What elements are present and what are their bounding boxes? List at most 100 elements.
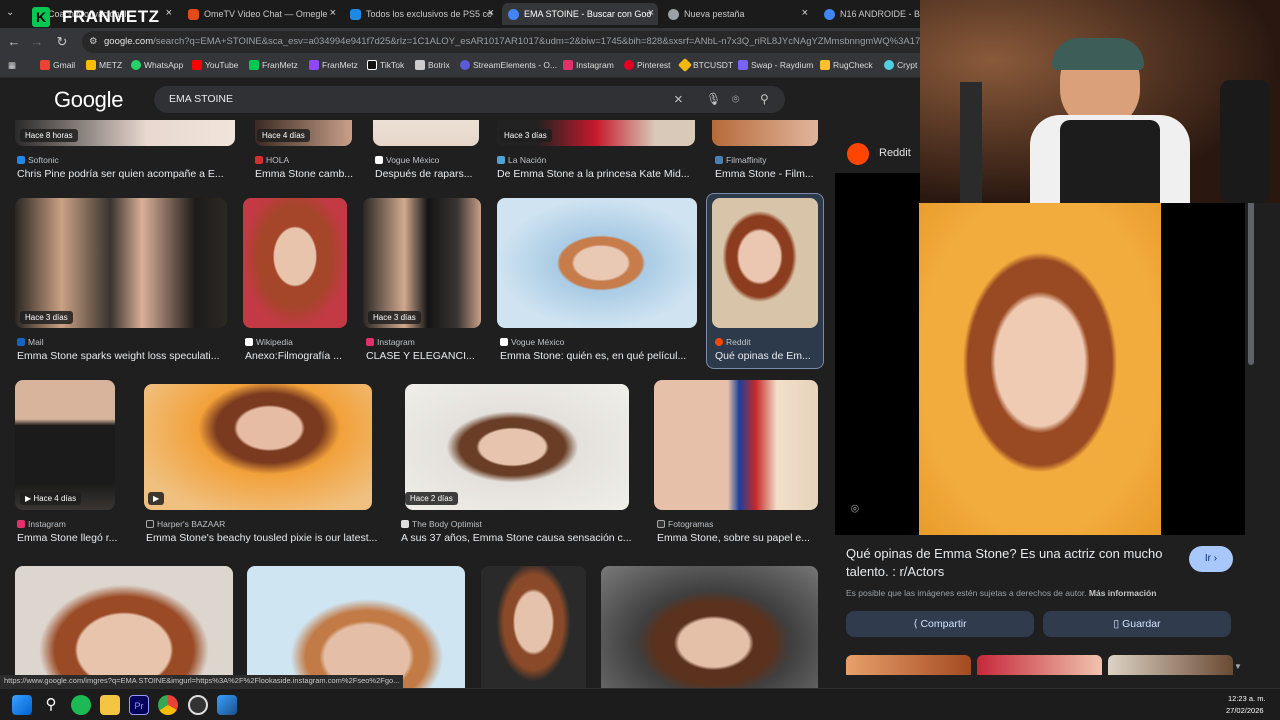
close-icon[interactable]: × xyxy=(166,7,172,19)
image-thumbnail[interactable] xyxy=(15,198,227,328)
apps-grid-icon[interactable]: ▦ xyxy=(8,60,16,71)
tab-search-icon[interactable]: ⌄ xyxy=(6,7,14,18)
result-title[interactable]: Anexo:Filmografía ... xyxy=(245,350,349,362)
bookmark-instagram[interactable]: Instagram xyxy=(563,60,614,70)
tab-5[interactable]: Nueva pestaña × xyxy=(662,3,812,25)
preview-image[interactable] xyxy=(919,203,1161,535)
result-title[interactable]: Emma Stone, sobre su papel e... xyxy=(657,532,815,544)
result-title[interactable]: Emma Stone - Film... xyxy=(715,168,819,180)
image-thumbnail[interactable] xyxy=(243,198,347,328)
result-source[interactable]: The Body Optimist xyxy=(401,519,482,529)
result-title[interactable]: Después de rapars... xyxy=(375,168,480,180)
premiere-icon[interactable]: Pr xyxy=(129,695,149,715)
image-thumbnail[interactable] xyxy=(15,380,115,510)
google-logo[interactable]: Google xyxy=(54,87,123,113)
microphone-icon[interactable]: 🎙 xyxy=(706,86,721,113)
close-icon[interactable]: × xyxy=(648,7,654,19)
related-thumbnail[interactable] xyxy=(977,655,1102,675)
app-icon[interactable] xyxy=(217,695,237,715)
back-icon[interactable]: ← xyxy=(5,33,23,51)
image-thumbnail[interactable] xyxy=(481,566,586,688)
image-thumbnail[interactable] xyxy=(654,380,818,510)
obs-icon[interactable] xyxy=(188,695,208,715)
result-title[interactable]: Emma Stone sparks weight loss speculati.… xyxy=(17,350,227,362)
result-source[interactable]: Fotogramas xyxy=(657,519,713,529)
bookmark-botrix[interactable]: Botrix xyxy=(415,60,450,70)
bookmark-crypt[interactable]: Crypt xyxy=(884,60,917,70)
image-thumbnail[interactable] xyxy=(15,566,233,688)
result-source[interactable]: Instagram xyxy=(366,337,415,347)
bookmark-youtube[interactable]: YouTube xyxy=(192,60,238,70)
result-title[interactable]: Chris Pine podría ser quien acompañe a E… xyxy=(17,168,232,180)
image-thumbnail[interactable] xyxy=(373,120,479,146)
result-source[interactable]: Vogue México xyxy=(500,337,564,347)
windows-start-icon[interactable] xyxy=(12,695,32,715)
result-source[interactable]: Mail xyxy=(17,337,44,347)
result-title[interactable]: Emma Stone llegó r... xyxy=(17,532,121,544)
panel-scrollbar[interactable] xyxy=(1248,200,1254,365)
visit-button[interactable]: Ir › xyxy=(1189,546,1233,572)
reload-icon[interactable]: ↻ xyxy=(53,33,71,51)
result-source[interactable]: Harper's BAZAAR xyxy=(146,519,225,529)
clock-date[interactable]: 27/02/2026 xyxy=(1226,706,1264,715)
image-thumbnail[interactable] xyxy=(363,198,481,328)
result-source[interactable]: Reddit xyxy=(715,337,751,347)
related-thumbnail[interactable] xyxy=(1108,655,1233,675)
clear-icon[interactable]: × xyxy=(674,86,683,113)
spotify-icon[interactable] xyxy=(71,695,91,715)
url-field[interactable]: ⚙ google.com/search?q=EMA+STOINE&sca_esv… xyxy=(82,31,932,53)
result-source[interactable]: La Nación xyxy=(497,155,546,165)
bookmark-streamelements[interactable]: StreamElements - O... xyxy=(460,60,557,70)
site-info-icon[interactable]: ⚙ xyxy=(89,31,98,53)
result-source[interactable]: Filmaffinity xyxy=(715,155,766,165)
lens-icon[interactable]: ⌾ xyxy=(732,86,739,113)
result-title[interactable]: CLASE Y ELEGANCI... xyxy=(366,350,480,362)
bookmark-tiktok[interactable]: TikTok xyxy=(367,60,404,70)
close-icon[interactable]: × xyxy=(330,7,336,19)
image-thumbnail[interactable] xyxy=(497,198,697,328)
image-thumbnail[interactable] xyxy=(712,198,818,328)
bookmark-gmail[interactable]: Gmail xyxy=(40,60,75,70)
more-info-link[interactable]: Más información xyxy=(1089,588,1157,598)
image-thumbnail[interactable] xyxy=(247,566,465,688)
search-icon[interactable]: ⚲ xyxy=(760,86,769,113)
related-thumbnail[interactable] xyxy=(846,655,971,675)
search-icon[interactable]: ⚲ xyxy=(41,695,61,715)
close-icon[interactable]: × xyxy=(802,7,808,19)
scroll-down-icon[interactable]: ▼ xyxy=(1234,662,1242,671)
tab-3[interactable]: Todos los exclusivos de PS5 co × xyxy=(344,3,498,25)
result-title[interactable]: Emma Stone's beachy tousled pixie is our… xyxy=(146,532,381,544)
close-icon[interactable]: × xyxy=(488,7,494,19)
result-title[interactable]: A sus 37 años, Emma Stone causa sensació… xyxy=(401,532,636,544)
tab-2[interactable]: OmeTV Video Chat — Omegle × xyxy=(182,3,340,25)
bookmark-pinterest[interactable]: Pinterest xyxy=(624,60,671,70)
result-source[interactable]: HOLA xyxy=(255,155,289,165)
result-source[interactable]: Instagram xyxy=(17,519,66,529)
bookmark-btcusdt[interactable]: BTCUSDT xyxy=(677,57,733,73)
file-explorer-icon[interactable] xyxy=(100,695,120,715)
result-title[interactable]: De Emma Stone a la princesa Kate Mid... xyxy=(497,168,695,180)
bookmark-metz[interactable]: METZ xyxy=(86,60,122,70)
bookmark-franmetz-twitch[interactable]: FranMetz xyxy=(309,60,358,70)
image-thumbnail[interactable] xyxy=(712,120,818,146)
share-button[interactable]: ⟨ Compartir xyxy=(846,611,1034,637)
bookmark-franmetz[interactable]: FranMetz xyxy=(249,60,298,70)
search-input[interactable]: EMA STOINE × 🎙 ⌾ ⚲ xyxy=(154,86,785,113)
chrome-icon[interactable] xyxy=(158,695,178,715)
panel-source[interactable]: Reddit xyxy=(879,147,911,159)
result-title[interactable]: Emma Stone: quién es, en qué películ... xyxy=(500,350,696,362)
tab-4-active[interactable]: EMA STOINE - Buscar con Goo × xyxy=(502,3,658,25)
image-thumbnail[interactable] xyxy=(601,566,818,688)
result-source[interactable]: Wikipedia xyxy=(245,337,293,347)
forward-icon[interactable]: → xyxy=(28,33,46,51)
tab-6[interactable]: N16 ANDROIDE - Busc xyxy=(818,3,920,25)
bookmark-rugcheck[interactable]: RugCheck xyxy=(820,60,873,70)
bookmark-raydium[interactable]: Swap - Raydium xyxy=(738,60,813,70)
lens-search-icon[interactable]: ⌾ xyxy=(851,501,859,517)
result-source[interactable]: Softonic xyxy=(17,155,59,165)
result-title[interactable]: Qué opinas de Em... xyxy=(715,350,818,362)
bookmark-whatsapp[interactable]: WhatsApp xyxy=(131,60,183,70)
result-source[interactable]: Vogue México xyxy=(375,155,439,165)
panel-title[interactable]: Qué opinas de Emma Stone? Es una actriz … xyxy=(846,545,1176,581)
result-title[interactable]: Emma Stone camb... xyxy=(255,168,355,180)
